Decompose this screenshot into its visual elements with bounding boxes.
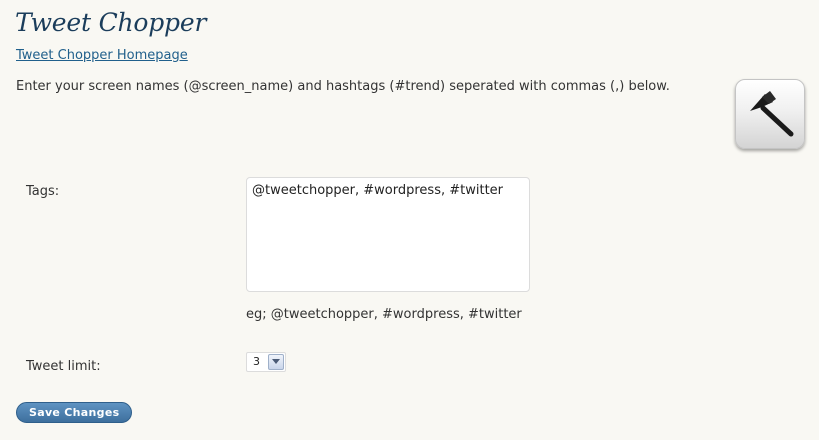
intro-text: Enter your screen names (@screen_name) a… [16, 79, 670, 94]
tags-hint: eg; @tweetchopper, #wordpress, #twitter [246, 307, 522, 322]
chevron-down-icon [272, 359, 280, 364]
tags-textarea[interactable]: @tweetchopper, #wordpress, #twitter [246, 177, 530, 292]
tweet-limit-value: 3 [253, 355, 260, 368]
dropdown-arrow-button[interactable] [268, 354, 284, 370]
logo-tile [735, 79, 805, 149]
homepage-link[interactable]: Tweet Chopper Homepage [16, 48, 188, 63]
save-changes-button[interactable]: Save Changes [16, 402, 133, 423]
axe-icon [750, 91, 794, 137]
tweet-limit-select[interactable]: 3 [246, 352, 286, 372]
tags-label: Tags: [26, 184, 60, 199]
tweet-limit-label: Tweet limit: [26, 359, 101, 374]
page-title: Tweet Chopper [15, 8, 207, 37]
